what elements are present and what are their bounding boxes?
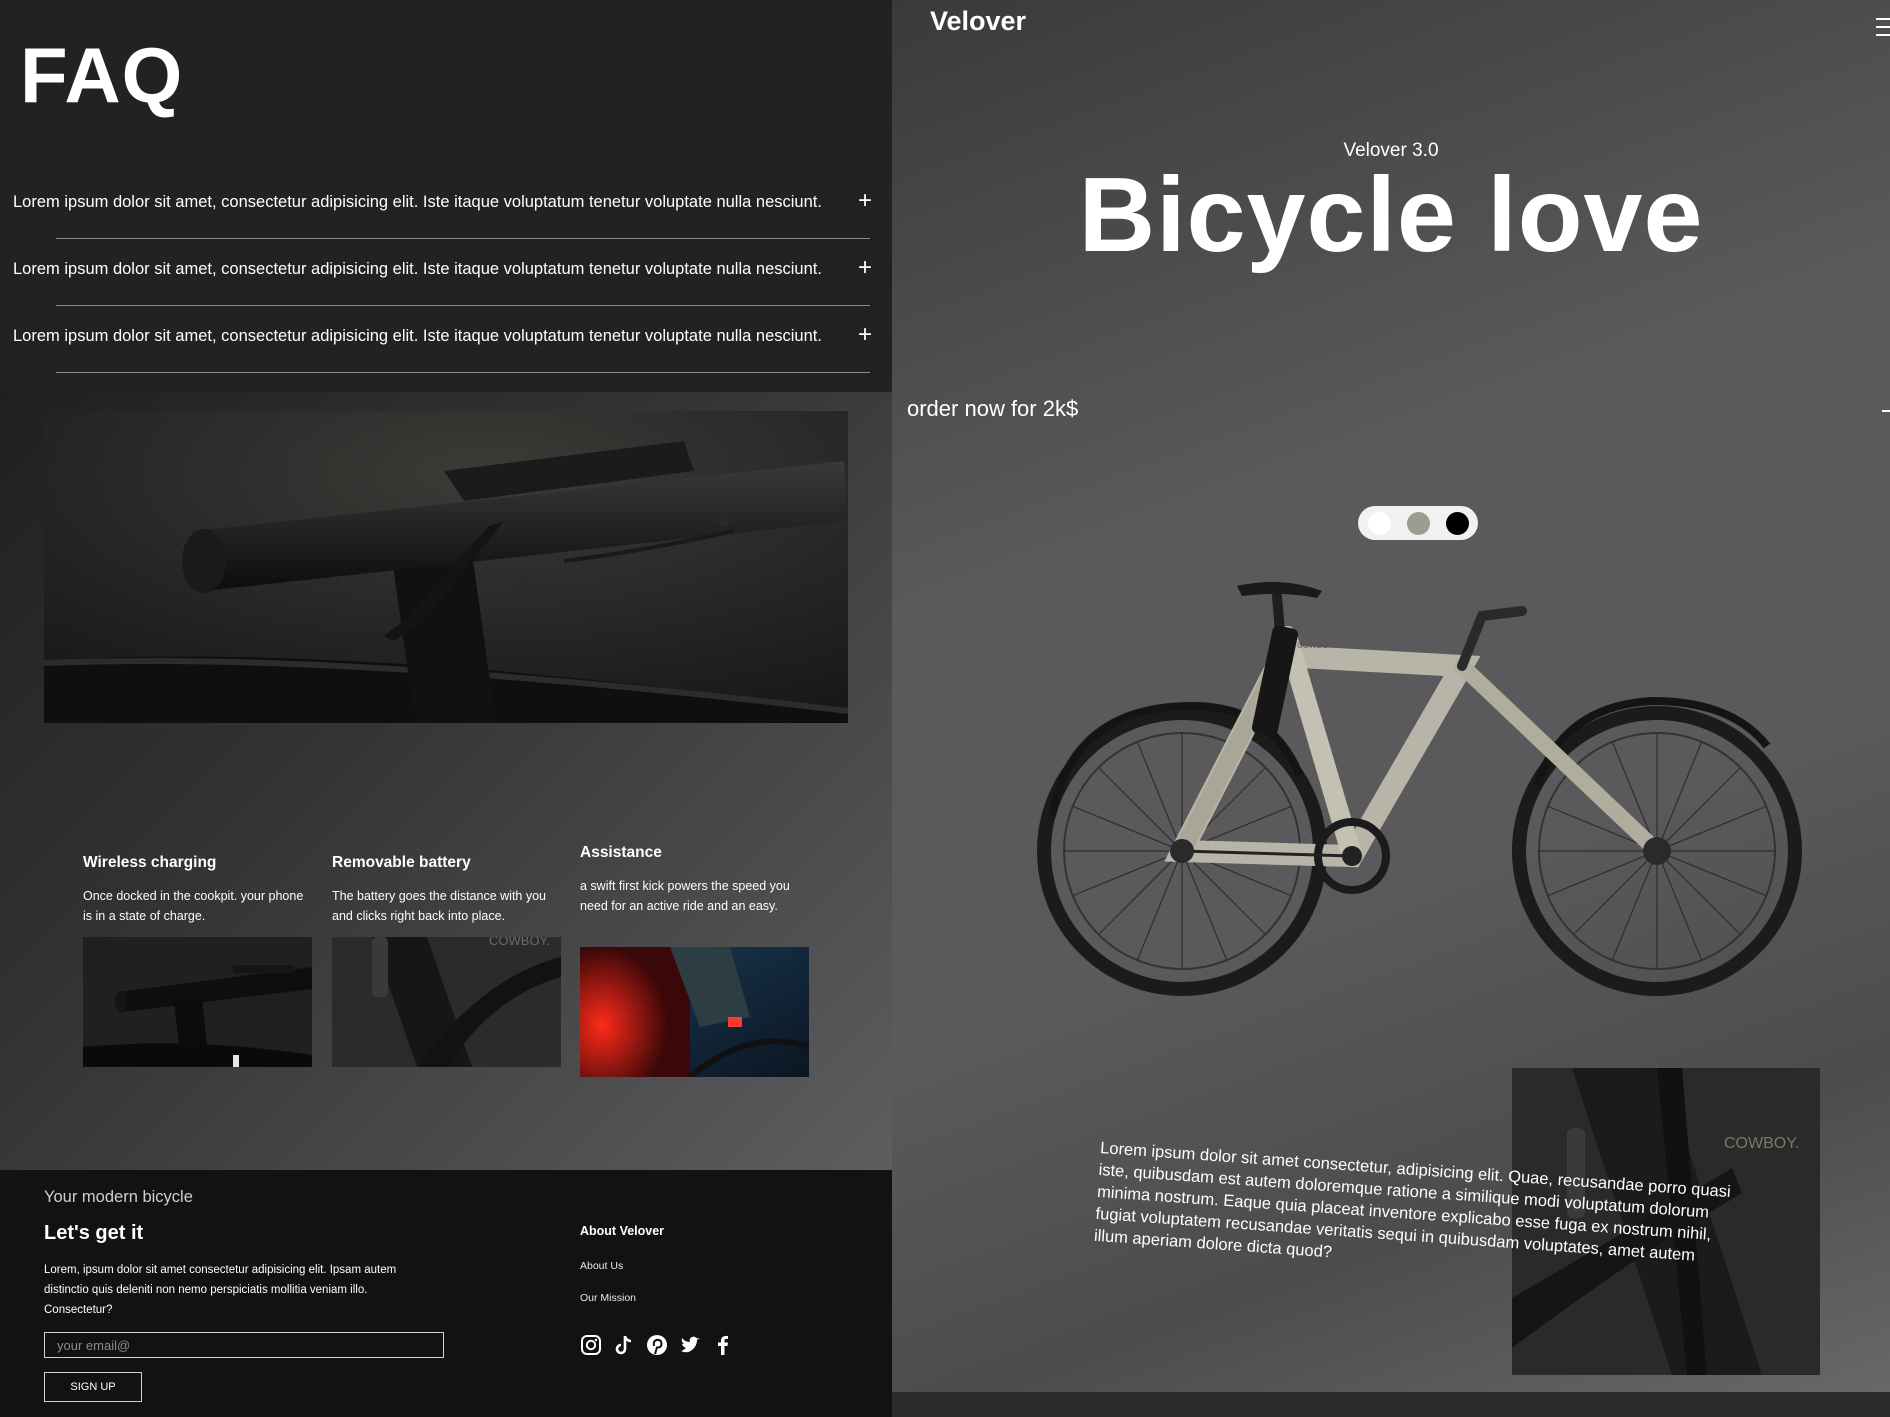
faq-title: FAQ xyxy=(20,31,184,119)
footer-links-title: About Velover xyxy=(580,1224,665,1238)
bicycle-image: COWBOY. xyxy=(1037,582,1802,996)
feature-text: Once docked in the cookpit. your phone i… xyxy=(83,889,304,923)
faq-divider xyxy=(56,372,870,373)
feature-text: a swift first kick powers the speed you … xyxy=(580,879,790,913)
hamburger-menu-icon[interactable] xyxy=(1876,18,1890,36)
faq-item[interactable]: Lorem ipsum dolor sit amet, consectetur … xyxy=(0,169,892,235)
cockpit-photo xyxy=(83,937,312,1067)
color-swatch-white[interactable] xyxy=(1367,511,1391,535)
footer: Your modern bicycle Let's get it Lorem, … xyxy=(0,1170,892,1417)
our-mission-link[interactable]: Our Mission xyxy=(580,1292,636,1304)
feature-removable-battery: Removable battery The battery goes the d… xyxy=(332,854,562,926)
expand-plus-icon[interactable]: + xyxy=(858,236,872,300)
features-section: Wireless charging Once docked in the coo… xyxy=(0,392,892,1170)
feature-title: Assistance xyxy=(580,844,662,861)
footer-tagline: Your modern bicycle xyxy=(44,1188,193,1206)
faq-section: FAQ Lorem ipsum dolor sit amet, consecte… xyxy=(0,0,892,392)
faq-question: Lorem ipsum dolor sit amet, consectetur … xyxy=(13,193,822,211)
facebook-icon[interactable] xyxy=(712,1334,734,1356)
footer-heading: Let's get it xyxy=(44,1222,144,1244)
sign-up-button[interactable]: SIGN UP xyxy=(44,1372,142,1402)
about-us-link[interactable]: About Us xyxy=(580,1260,623,1272)
instagram-icon[interactable] xyxy=(580,1334,602,1356)
email-input[interactable] xyxy=(44,1332,444,1358)
left-panel: FAQ Lorem ipsum dolor sit amet, consecte… xyxy=(0,0,892,1417)
bottom-bar xyxy=(892,1392,1890,1417)
faq-question: Lorem ipsum dolor sit amet, consectetur … xyxy=(13,327,822,345)
expand-plus-icon[interactable]: + xyxy=(858,169,872,233)
right-panel: Velover Velover 3.0 Bicycle love order n… xyxy=(892,0,1890,1417)
social-icons xyxy=(580,1334,734,1356)
hero-headline: Bicycle love xyxy=(1078,156,1704,274)
feature-title: Wireless charging xyxy=(83,854,217,871)
dash-icon xyxy=(1882,410,1890,412)
feature-assistance: Assistance a swift first kick powers the… xyxy=(580,844,810,916)
pinterest-icon[interactable] xyxy=(646,1334,668,1356)
battery-photo: COWBOY. xyxy=(332,937,561,1067)
order-cta[interactable]: order now for 2k$ xyxy=(907,396,1078,422)
feature-text: The battery goes the distance with you a… xyxy=(332,889,547,923)
cowboy-logo-text: COWBOY. xyxy=(489,937,550,948)
expand-plus-icon[interactable]: + xyxy=(858,303,872,367)
color-selector xyxy=(1358,506,1478,540)
faq-item[interactable]: Lorem ipsum dolor sit amet, consectetur … xyxy=(0,236,892,302)
feature-title: Removable battery xyxy=(332,854,471,871)
color-swatch-sage[interactable] xyxy=(1406,511,1430,535)
cowboy-logo-text: COWBOY. xyxy=(1297,641,1335,650)
tiktok-icon[interactable] xyxy=(613,1334,635,1356)
twitter-icon[interactable] xyxy=(679,1334,701,1356)
faq-question: Lorem ipsum dolor sit amet, consectetur … xyxy=(13,260,822,278)
feature-wireless-charging: Wireless charging Once docked in the coo… xyxy=(83,854,313,926)
footer-text: Lorem, ipsum dolor sit amet consectetur … xyxy=(44,1264,397,1316)
cowboy-logo-text: COWBOY. xyxy=(1724,1135,1799,1152)
faq-item[interactable]: Lorem ipsum dolor sit amet, consectetur … xyxy=(0,303,892,369)
handlebar-photo xyxy=(44,411,848,723)
rear-light-photo xyxy=(580,947,809,1077)
color-swatch-black[interactable] xyxy=(1445,511,1469,535)
brand-logo[interactable]: Velover xyxy=(930,6,1026,37)
